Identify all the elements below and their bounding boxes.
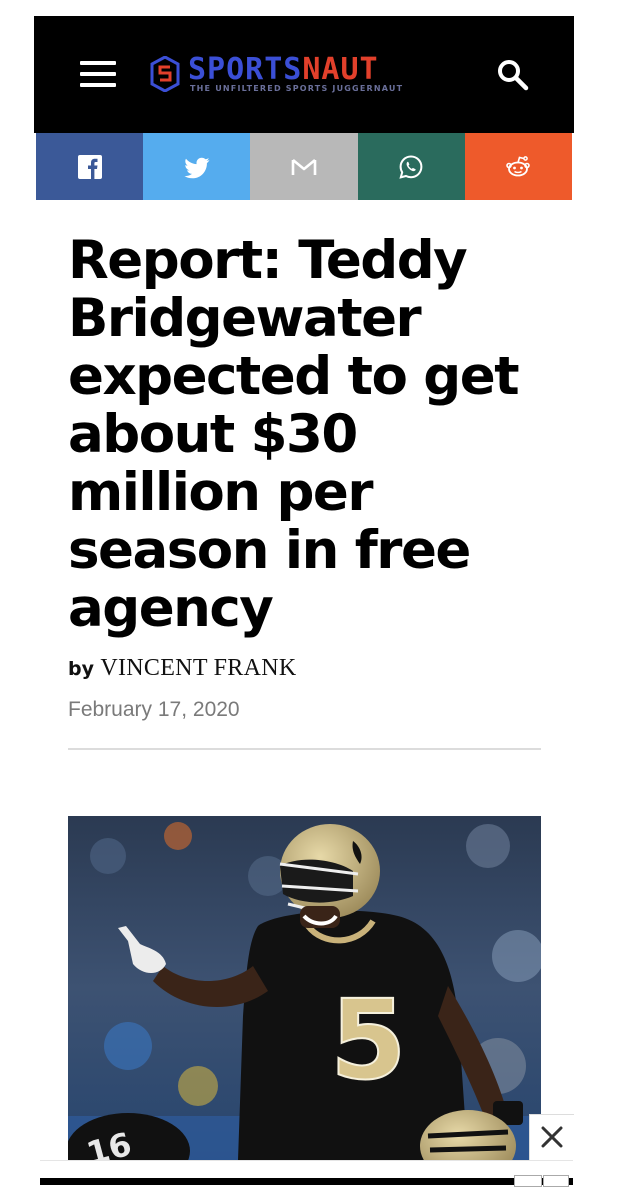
byline-by-label: by: [68, 658, 94, 680]
byline: by VINCENT FRANK: [68, 655, 297, 682]
author-link[interactable]: VINCENT FRANK: [100, 655, 296, 681]
reddit-icon: [506, 155, 531, 176]
whatsapp-icon: [399, 154, 423, 179]
ad-banner[interactable]: [40, 1160, 573, 1187]
hamburger-menu-icon[interactable]: [80, 61, 116, 87]
twitter-icon: [184, 157, 210, 178]
hero-photo-illustration: 5 16: [68, 816, 541, 1160]
article-title: Report: Teddy Bridgewater expected to ge…: [68, 230, 520, 639]
divider: [68, 748, 541, 750]
hero-image: 5 16: [68, 816, 541, 1160]
share-reddit-button[interactable]: [464, 133, 573, 200]
site-header: SPORTSNAUT THE UNFILTERED SPORTS JUGGERN…: [34, 16, 574, 133]
adchoices-icon[interactable]: [514, 1175, 542, 1187]
site-logo[interactable]: SPORTSNAUT THE UNFILTERED SPORTS JUGGERN…: [150, 52, 450, 98]
logo-mark-icon: [150, 56, 180, 92]
logo-wordmark: SPORTSNAUT: [188, 52, 379, 88]
close-icon: [541, 1126, 563, 1148]
logo-tagline: THE UNFILTERED SPORTS JUGGERNAUT: [190, 84, 404, 93]
ad-info-icon[interactable]: [543, 1175, 569, 1187]
share-twitter-button[interactable]: [143, 133, 251, 200]
search-icon[interactable]: [496, 58, 530, 92]
share-gmail-button[interactable]: [250, 133, 358, 200]
logo-word-sports: SPORTS: [188, 52, 303, 87]
ad-close-button[interactable]: [529, 1114, 574, 1161]
gmail-icon: [291, 158, 317, 175]
logo-word-naut: NAUT: [302, 52, 379, 87]
share-bar: [36, 133, 573, 200]
publish-date: February 17, 2020: [68, 698, 240, 721]
share-whatsapp-button[interactable]: [357, 133, 465, 200]
share-facebook-button[interactable]: [36, 133, 144, 200]
facebook-icon: [77, 154, 102, 179]
jersey-number: 5: [330, 976, 407, 1104]
